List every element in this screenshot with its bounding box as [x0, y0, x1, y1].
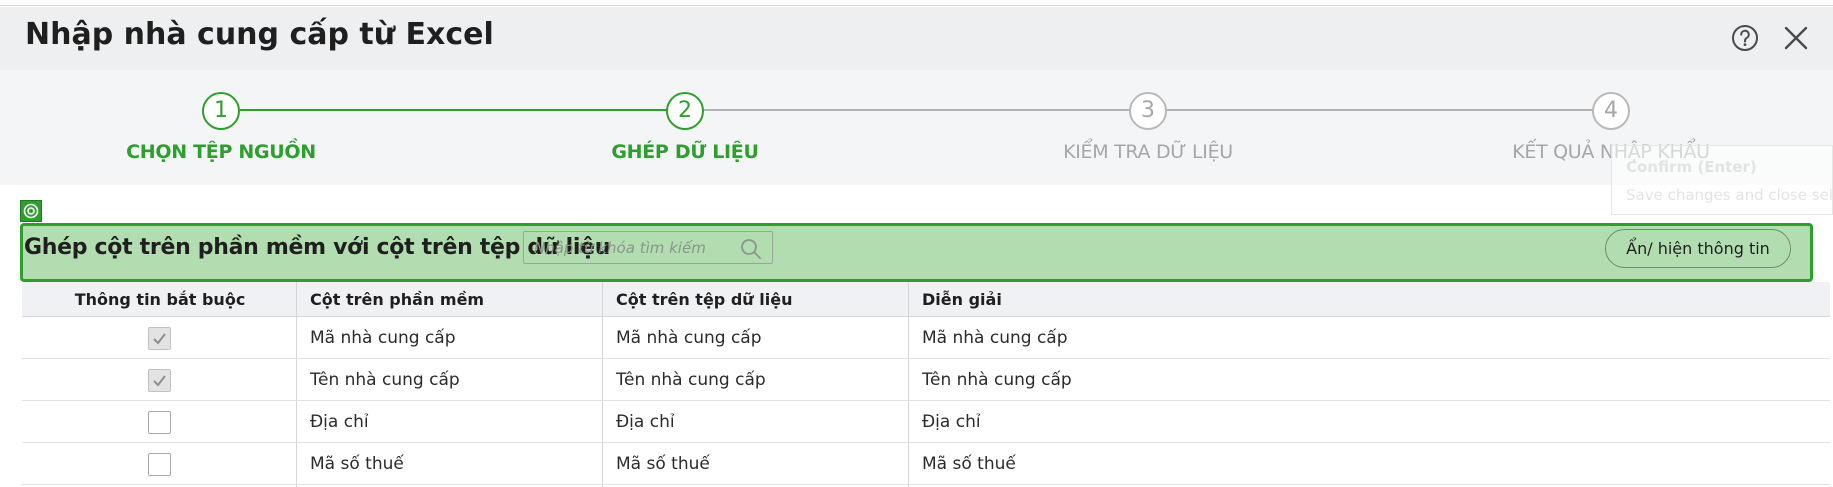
- step-number: 2: [666, 92, 704, 130]
- step-label: GHÉP DỮ LIỆU: [611, 141, 759, 163]
- file-column-cell[interactable]: Mã nhà cung cấp: [616, 317, 762, 359]
- step-check-data: 3 KIỂM TRA DỮ LIỆU: [928, 92, 1368, 163]
- step-number: 1: [202, 92, 240, 130]
- table-header: Thông tin bắt buộc Cột trên phần mềm Cột…: [22, 282, 1830, 317]
- step-choose-source-file: 1 CHỌN TỆP NGUỒN: [1, 92, 441, 163]
- close-icon[interactable]: [1780, 22, 1812, 54]
- confirm-tooltip: Confirm (Enter) Save changes and close s…: [1611, 145, 1833, 215]
- header-file-column: Cột trên tệp dữ liệu: [616, 290, 793, 309]
- progress-stepper: 1 CHỌN TỆP NGUỒN 2 GHÉP DỮ LIỆU 3 KIỂM T…: [0, 70, 1833, 185]
- required-checkbox[interactable]: [148, 453, 171, 476]
- search-box: [523, 231, 773, 264]
- table-row: Tên nhà cung cấp Tên nhà cung cấp Tên nh…: [22, 359, 1830, 401]
- software-column-cell: Địa chỉ: [310, 412, 369, 432]
- step-label: KIỂM TRA DỮ LIỆU: [1063, 141, 1233, 163]
- step-number: 3: [1129, 92, 1167, 130]
- software-column-cell: Tên nhà cung cấp: [310, 370, 460, 390]
- step-map-data: 2 GHÉP DỮ LIỆU: [465, 92, 905, 163]
- dialog-title: Nhập nhà cung cấp từ Excel: [25, 17, 494, 52]
- header-required: Thông tin bắt buộc: [74, 290, 246, 309]
- step-number: 4: [1592, 92, 1630, 130]
- search-input[interactable]: [534, 232, 739, 263]
- description-cell: Tên nhà cung cấp: [922, 370, 1072, 390]
- software-column-cell: Mã số thuế: [310, 454, 404, 474]
- required-checkbox[interactable]: [148, 369, 171, 392]
- software-column-cell: Mã nhà cung cấp: [310, 328, 456, 348]
- table-row: Mã số thuế Mã số thuế Mã số thuế: [22, 443, 1830, 485]
- table-row: Mã nhà cung cấp Mã nhà cung cấp Mã nhà c…: [22, 317, 1830, 359]
- description-cell: Mã nhà cung cấp: [922, 328, 1068, 348]
- header-software-column: Cột trên phần mềm: [310, 290, 485, 309]
- search-icon[interactable]: [739, 237, 763, 261]
- table-row: Địa chỉ Địa chỉ Địa chỉ: [22, 401, 1830, 443]
- window-top-edge: [0, 0, 1833, 6]
- dialog-header: Nhập nhà cung cấp từ Excel: [0, 7, 1833, 70]
- mapping-toolbar: Ghép cột trên phần mềm với cột trên tệp …: [20, 223, 1813, 282]
- tooltip-title: Confirm (Enter): [1626, 158, 1757, 176]
- required-checkbox[interactable]: [148, 411, 171, 434]
- target-icon: [20, 200, 42, 222]
- header-description: Diễn giải: [922, 290, 1002, 309]
- step-label: CHỌN TỆP NGUỒN: [126, 141, 316, 163]
- help-icon[interactable]: [1729, 22, 1761, 54]
- description-cell: Địa chỉ: [922, 412, 981, 432]
- tooltip-text: Save changes and close selection: [1626, 186, 1833, 204]
- required-checkbox[interactable]: [148, 327, 171, 350]
- description-cell: Mã số thuế: [922, 454, 1016, 474]
- file-column-cell[interactable]: Mã số thuế: [616, 443, 710, 485]
- file-column-cell[interactable]: Tên nhà cung cấp: [616, 359, 766, 401]
- toggle-info-button[interactable]: Ẩn/ hiện thông tin: [1605, 229, 1791, 268]
- file-column-cell[interactable]: Địa chỉ: [616, 401, 675, 443]
